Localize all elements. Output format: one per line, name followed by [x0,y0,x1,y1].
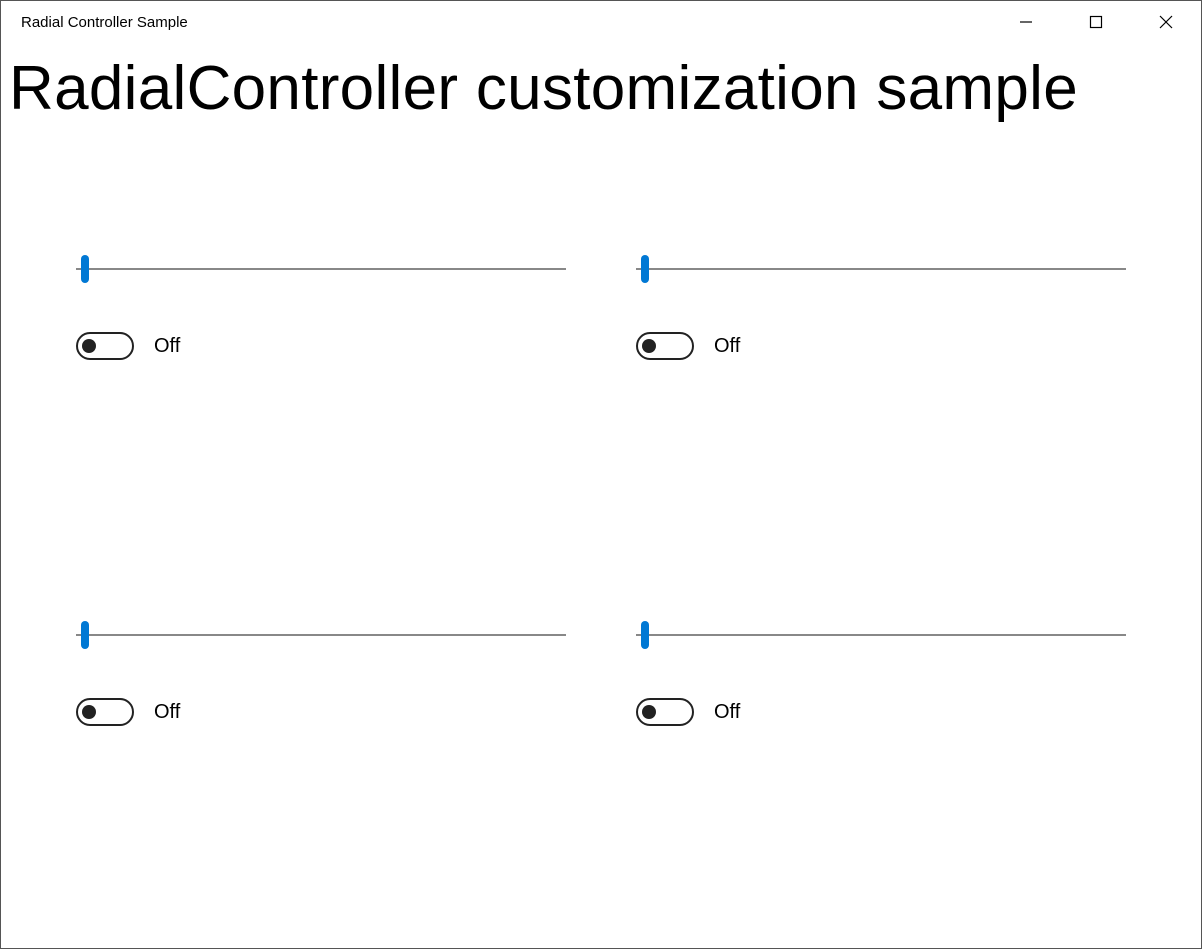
control-cell-0: Off [76,254,566,360]
minimize-icon [1019,15,1033,29]
titlebar: Radial Controller Sample [1,1,1201,43]
control-cell-1: Off [636,254,1126,360]
slider-0[interactable] [76,254,566,284]
slider-2[interactable] [76,620,566,650]
slider-thumb[interactable] [641,255,649,283]
slider-thumb[interactable] [641,621,649,649]
toggle-switch-2[interactable] [76,698,134,726]
window-controls [991,1,1201,43]
maximize-icon [1089,15,1103,29]
toggle-switch-1[interactable] [636,332,694,360]
slider-track [76,268,566,271]
control-cell-2: Off [76,620,566,726]
slider-track [76,634,566,637]
toggle-knob [82,339,96,353]
toggle-knob [642,339,656,353]
close-button[interactable] [1131,1,1201,43]
toggle-switch-0[interactable] [76,332,134,360]
slider-3[interactable] [636,620,1126,650]
toggle-label-2: Off [154,701,180,724]
slider-1[interactable] [636,254,1126,284]
toggle-switch-3[interactable] [636,698,694,726]
slider-thumb[interactable] [81,621,89,649]
toggle-row-0: Off [76,332,566,360]
toggle-row-2: Off [76,698,566,726]
toggle-row-3: Off [636,698,1126,726]
window-title: Radial Controller Sample [21,14,188,31]
toggle-knob [642,705,656,719]
toggle-label-0: Off [154,335,180,358]
slider-track [636,268,1126,271]
close-icon [1159,15,1173,29]
slider-thumb[interactable] [81,255,89,283]
page-title: RadialController customization sample [1,43,1201,124]
toggle-label-1: Off [714,335,740,358]
toggle-label-3: Off [714,701,740,724]
maximize-button[interactable] [1061,1,1131,43]
toggle-row-1: Off [636,332,1126,360]
controls-grid: Off Off Off [1,124,1201,786]
minimize-button[interactable] [991,1,1061,43]
toggle-knob [82,705,96,719]
control-cell-3: Off [636,620,1126,726]
slider-track [636,634,1126,637]
